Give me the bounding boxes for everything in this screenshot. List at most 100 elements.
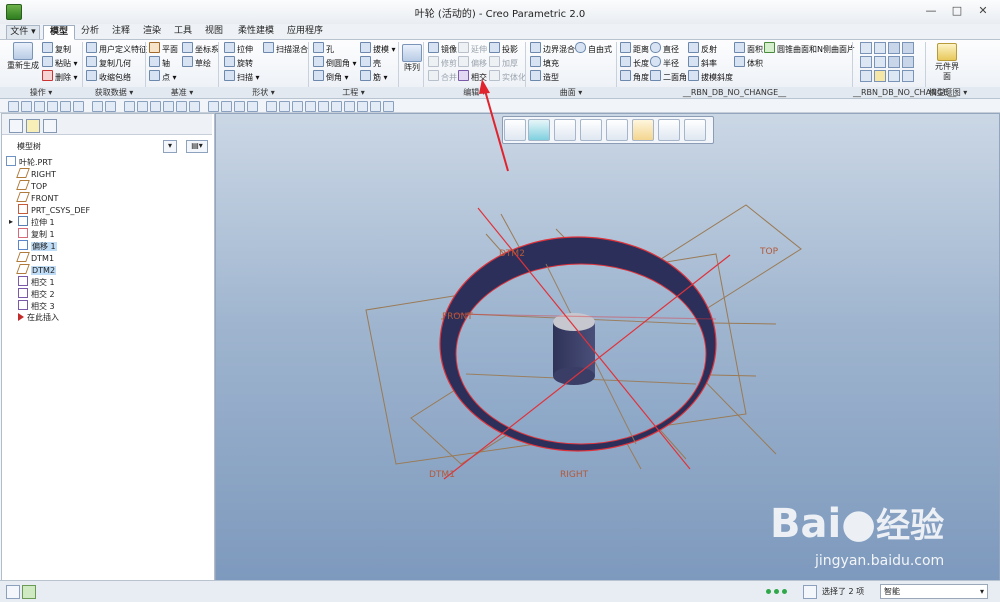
fill-button[interactable]: 填充 [530,56,559,68]
tree-item[interactable]: RIGHT [16,168,56,180]
tab-analysis[interactable]: 分析 [77,25,103,38]
redo-icon[interactable] [105,101,116,112]
area-button[interactable]: 面积 [734,42,763,54]
csys-display-icon[interactable] [370,101,381,112]
saved-orientation-icon[interactable] [247,101,258,112]
slope-button[interactable]: 斜率 [688,56,717,68]
revolve-button[interactable]: 旋转 [224,56,253,68]
display-style-icon[interactable] [528,119,550,141]
point-button[interactable]: 点 ▾ [149,70,177,82]
tab-tools[interactable]: 工具 [170,25,196,38]
tree-item[interactable]: PRT_CSYS_DEF [18,204,90,216]
view-manager-icon[interactable] [580,119,602,141]
open-icon[interactable] [21,101,32,112]
tree-item[interactable]: TOP [16,180,47,192]
tree-item[interactable]: FRONT [16,192,58,204]
volume-button[interactable]: 体积 [734,56,763,68]
merge-button[interactable]: 合并 [428,70,457,82]
csys-button[interactable]: 坐标系 [182,42,219,54]
offset-button[interactable]: 偏移 [458,56,487,68]
tree-item[interactable]: DTM2 [16,264,57,276]
no-hidden-icon[interactable] [292,101,303,112]
sweep-button[interactable]: 扫描 ▾ [224,70,260,82]
pattern-button[interactable]: 阵列 [401,44,423,73]
tab-render[interactable]: 渲染 [139,25,165,38]
group-datum[interactable]: 基准 ▾ [146,87,218,98]
dihedral-button[interactable]: 二面角 [650,70,687,82]
tree-item[interactable]: ▸ 拉伸 1 [9,216,55,228]
save-icon[interactable] [34,101,45,112]
shrinkwrap-button[interactable]: 收缩包络 [86,70,131,82]
tree-item[interactable]: 相交 1 [18,276,55,288]
favorites-tab-icon[interactable] [43,119,57,133]
relations-icon[interactable] [888,42,900,54]
angle-button[interactable]: 角度 [620,70,649,82]
family-table-icon[interactable] [860,42,872,54]
customize-icon[interactable] [383,101,394,112]
freestyle-button[interactable]: 自由式 [575,42,612,54]
reflection-button[interactable]: 反射 [688,42,717,54]
copy-button[interactable]: 复制 [42,42,71,54]
selection-filter-select[interactable]: 智能 ▾ [880,584,988,599]
tree-columns-icon[interactable]: ▤▾ [186,140,208,153]
tab-file[interactable]: 文件 ▾ [6,25,40,39]
saved-views-icon[interactable] [554,119,576,141]
close-window-icon[interactable] [73,101,84,112]
tab-model[interactable]: 模型 [43,25,75,40]
extrude-button[interactable]: 拉伸 [224,42,253,54]
spin-center-icon[interactable] [684,119,706,141]
sweep-blend-button[interactable]: 扫描混合 [263,42,308,54]
mirror-button[interactable]: 镜像 [428,42,457,54]
windows-icon[interactable] [137,101,148,112]
tab-flexible-modeling[interactable]: 柔性建模 [232,25,280,38]
boundary-blend-button[interactable]: 边界混合 [530,42,575,54]
regenerate-button[interactable]: 重新生成 [7,42,39,71]
length-button[interactable]: 长度 [620,56,649,68]
copy-geometry-button[interactable]: 复制几何 [86,56,131,68]
tree-item[interactable]: 在此插入 [18,312,59,324]
select-icon[interactable] [163,101,174,112]
plane-display-icon[interactable] [632,119,654,141]
tree-item[interactable]: 偏移 1 [18,240,57,252]
paste-button[interactable]: 粘贴 ▾ [42,56,78,68]
diameter-button[interactable]: 直径 [650,42,679,54]
browser-toggle-icon[interactable] [22,585,36,599]
notebook-icon[interactable] [860,70,872,82]
wireframe-icon[interactable] [266,101,277,112]
group-operations[interactable]: 操作 ▾ [0,87,82,98]
conic-surface-button[interactable]: 圆锥曲面和N侧曲面片 [764,42,855,54]
point-display-icon[interactable] [357,101,368,112]
parameters-icon[interactable] [874,42,886,54]
group-model-intent[interactable]: 模型意图 ▾ [926,87,970,98]
zoom-out-icon[interactable] [208,101,219,112]
refit-icon[interactable] [504,119,526,141]
zoom-in-icon[interactable] [189,101,200,112]
extend-button[interactable]: 延伸 [458,42,487,54]
thicken-button[interactable]: 加厚 [489,56,518,68]
project-button[interactable]: 投影 [489,42,518,54]
print-icon[interactable] [60,101,71,112]
group-rbn-2[interactable]: __RBN_DB_NO_CHANGE__ ▾ [853,87,956,108]
axis-display-icon[interactable] [344,101,355,112]
udf-button[interactable]: 用户定义特征 [86,42,147,54]
refit-icon[interactable] [221,101,232,112]
regenerate-icon[interactable] [124,101,135,112]
reorient-icon[interactable] [234,101,245,112]
axis-display-icon[interactable] [658,119,680,141]
shading-edges-icon[interactable] [318,101,329,112]
tab-view[interactable]: 视图 [201,25,227,38]
round-button[interactable]: 倒圆角 ▾ [313,56,357,68]
tree-item[interactable]: 复制 1 [18,228,55,240]
trim-button[interactable]: 修剪 [428,56,457,68]
minimize-button[interactable]: — [918,3,944,19]
reference-icon[interactable] [888,56,900,68]
delete-button[interactable]: 删除 ▾ [42,70,78,82]
group-get-data[interactable]: 获取数据 ▾ [83,87,145,98]
style-button[interactable]: 造型 [530,70,559,82]
tree-item[interactable]: DTM1 [16,252,54,264]
switch-dimensions-icon[interactable] [902,42,914,54]
folder-browser-tab-icon[interactable] [26,119,40,133]
component-interface-button[interactable]: 元件界面 [932,43,962,82]
repaint-icon[interactable] [176,101,187,112]
model-tree-tab-icon[interactable] [9,119,23,133]
